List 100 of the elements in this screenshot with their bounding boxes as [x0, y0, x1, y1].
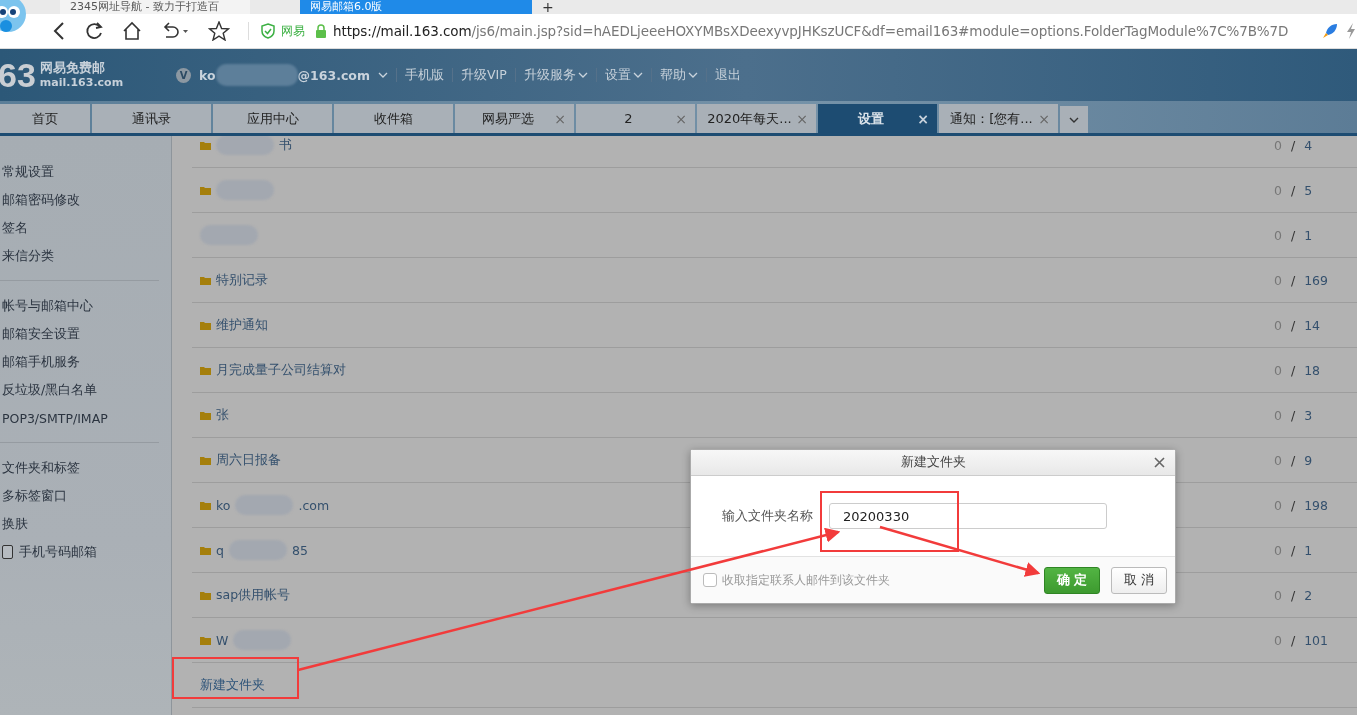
- folder-name[interactable]: 月完成量子公司结算对: [216, 361, 346, 379]
- sidebar-item[interactable]: 帐号与邮箱中心: [2, 297, 93, 315]
- shield-icon: [261, 23, 275, 39]
- total-count: 5: [1304, 182, 1313, 198]
- cancel-button[interactable]: 取 消: [1111, 566, 1167, 594]
- folder-name-field[interactable]: 20200330: [829, 503, 1107, 529]
- browser-tab[interactable]: 网易邮箱6.0版: [300, 0, 532, 14]
- mail-tab[interactable]: 通讯录: [92, 104, 211, 133]
- sidebar-item[interactable]: 换肤: [2, 515, 28, 533]
- lock-icon: [315, 23, 327, 39]
- total-count: 1: [1304, 542, 1313, 558]
- count-separator: /: [1290, 497, 1296, 513]
- home-icon[interactable]: [122, 21, 142, 41]
- unread-count: 0: [1274, 272, 1282, 288]
- logo-title: 网易免费邮: [39, 60, 106, 75]
- count-separator: /: [1290, 272, 1296, 288]
- unread-count: 0: [1274, 227, 1282, 243]
- count-separator: /: [1290, 317, 1296, 333]
- total-count: 9: [1304, 452, 1313, 468]
- total-count: 169: [1304, 272, 1329, 288]
- checkbox[interactable]: [2, 545, 13, 559]
- count-separator: /: [1290, 542, 1296, 558]
- folder-name[interactable]: .com: [298, 497, 330, 513]
- close-icon[interactable]: [1154, 457, 1165, 468]
- sidebar-item[interactable]: 多标签窗口: [2, 487, 67, 505]
- total-count: 2: [1304, 587, 1313, 603]
- vip-badge: V: [176, 67, 191, 83]
- sidebar-item[interactable]: 邮箱手机服务: [2, 353, 80, 371]
- sidebar-item[interactable]: 手机号码邮箱: [19, 543, 97, 561]
- header-link[interactable]: 手机版: [404, 66, 444, 84]
- header-link[interactable]: 设置: [604, 66, 643, 84]
- count-separator: /: [1290, 587, 1296, 603]
- unread-count: 0: [1274, 137, 1282, 153]
- unread-count: 0: [1274, 632, 1282, 648]
- logo-number: 63: [0, 55, 36, 95]
- dialog-title: 新建文件夹: [900, 454, 966, 471]
- checkbox[interactable]: [703, 573, 717, 587]
- mail-tab[interactable]: 设置 ×: [818, 104, 937, 133]
- rocket-icon[interactable]: [1321, 22, 1339, 40]
- unread-count: 0: [1274, 542, 1282, 558]
- refresh-icon[interactable]: [84, 21, 104, 41]
- folder-name[interactable]: W: [216, 632, 229, 648]
- total-count: 4: [1304, 137, 1313, 153]
- count-separator: /: [1290, 632, 1296, 648]
- folder-name[interactable]: 周六日报备: [216, 451, 281, 469]
- checkbox-label: 收取指定联系人邮件到该文件夹: [722, 571, 891, 589]
- sidebar-item[interactable]: 来信分类: [2, 247, 54, 265]
- header-link[interactable]: 升级服务: [523, 66, 588, 84]
- star-icon[interactable]: [208, 21, 230, 41]
- sidebar-item[interactable]: 邮箱安全设置: [2, 325, 80, 343]
- chevron-icon[interactable]: [1068, 115, 1080, 124]
- sidebar-item[interactable]: 签名: [2, 219, 28, 237]
- total-count: 18: [1304, 362, 1321, 378]
- header-link[interactable]: 帮助: [659, 66, 698, 84]
- confirm-button[interactable]: 确 定: [1043, 566, 1100, 594]
- sidebar-item[interactable]: 邮箱密码修改: [2, 191, 80, 209]
- total-count: 14: [1304, 317, 1321, 333]
- mail-tab[interactable]: 通知：[您有... ×: [939, 104, 1058, 133]
- count-separator: /: [1290, 362, 1296, 378]
- unread-count: 0: [1274, 182, 1282, 198]
- sidebar-item[interactable]: 反垃圾/黑白名单: [2, 381, 98, 399]
- folder-name[interactable]: 85: [291, 542, 308, 558]
- sidebar-item[interactable]: 文件夹和标签: [2, 459, 80, 477]
- header-link[interactable]: 升级VIP: [460, 66, 507, 84]
- folder-name[interactable]: sap供用帐号: [216, 586, 291, 604]
- mail-tab[interactable]: 首页: [0, 104, 90, 133]
- folder-name[interactable]: q: [216, 542, 224, 558]
- back-icon[interactable]: [52, 21, 66, 41]
- unread-count: 0: [1274, 452, 1282, 468]
- mail-tab[interactable]: 2020年每天... ×: [697, 104, 816, 133]
- new-folder-link[interactable]: 新建文件夹: [200, 676, 265, 694]
- sidebar-item[interactable]: POP3/SMTP/IMAP: [2, 410, 108, 426]
- unread-count: 0: [1274, 317, 1282, 333]
- mail-tab[interactable]: 2 ×: [576, 104, 695, 133]
- sidebar-item[interactable]: 常规设置: [2, 163, 54, 181]
- unread-count: 0: [1274, 362, 1282, 378]
- folder-name[interactable]: 书: [279, 136, 292, 154]
- unread-count: 0: [1274, 587, 1282, 603]
- mail-tab[interactable]: 收件箱: [334, 104, 453, 133]
- total-count: 198: [1304, 497, 1329, 513]
- header-link[interactable]: 退出: [714, 66, 741, 84]
- folder-name[interactable]: ko: [216, 497, 231, 513]
- user-domain: @163.com: [297, 67, 370, 83]
- unread-count: 0: [1274, 497, 1282, 513]
- logo-domain: mail.163.com: [39, 75, 124, 90]
- count-separator: /: [1290, 182, 1296, 198]
- lightning-icon[interactable]: [1345, 22, 1357, 40]
- folder-name[interactable]: 张: [216, 406, 229, 424]
- count-separator: /: [1290, 137, 1296, 153]
- mail-tab[interactable]: 应用中心: [213, 104, 332, 133]
- total-count: 101: [1304, 632, 1329, 648]
- browser-tab[interactable]: 2345网址导航 - 致力于打造百: [60, 0, 250, 14]
- folder-name[interactable]: 特别记录: [216, 271, 268, 289]
- folder-name[interactable]: 维护通知: [216, 316, 268, 334]
- url-text[interactable]: https://mail.163.com/js6/main.jsp?sid=hAEDLjeeeHOXYMBsXDeexyvpJHKszUCF&df=email163#module=options.FolderTagModule%7C%7B%7D: [333, 23, 1315, 39]
- count-separator: /: [1290, 227, 1296, 243]
- total-count: 1: [1304, 227, 1313, 243]
- mail-tab[interactable]: 网易严选 ×: [455, 104, 574, 133]
- unread-count: 0: [1274, 407, 1282, 423]
- new-tab-button[interactable]: +: [532, 0, 564, 14]
